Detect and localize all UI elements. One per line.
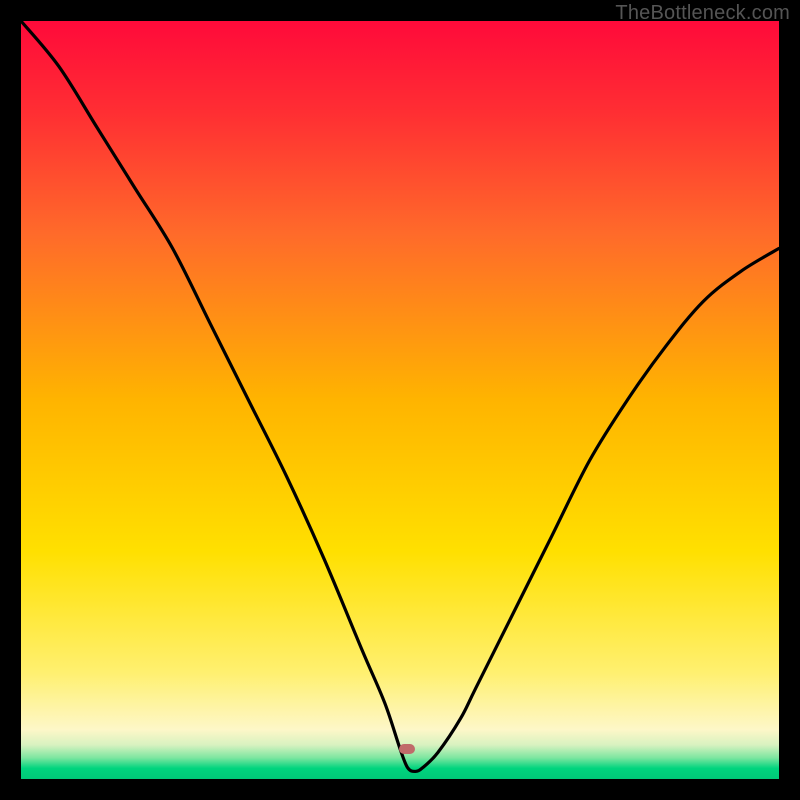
bottleneck-curve [21,21,779,779]
watermark-text: TheBottleneck.com [615,2,790,25]
plot-frame: TheBottleneck.com [0,0,800,800]
optimal-marker [399,744,415,754]
